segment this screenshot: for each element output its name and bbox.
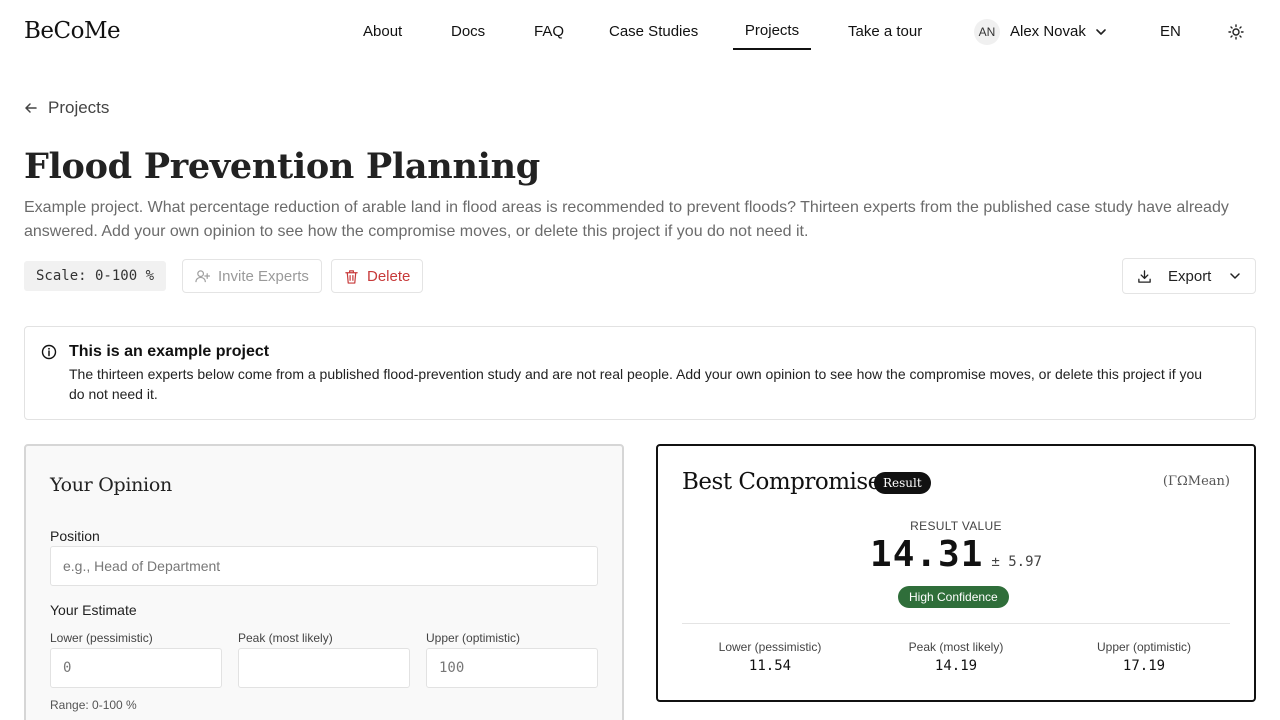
range-hint: Range: 0-100 % xyxy=(50,698,137,712)
divider xyxy=(682,623,1230,624)
nav-projects[interactable]: Projects xyxy=(733,22,811,50)
export-label: Export xyxy=(1168,267,1212,285)
export-button[interactable]: Export xyxy=(1122,258,1256,294)
notice-text: The thirteen experts below come from a p… xyxy=(69,366,1203,402)
nav-about[interactable]: About xyxy=(363,23,402,40)
top-navigation: BeCoMe About Docs FAQ Case Studies Proje… xyxy=(0,0,1280,64)
delete-button[interactable]: Delete xyxy=(331,259,424,293)
user-plus-icon xyxy=(195,269,210,282)
download-icon xyxy=(1138,269,1151,283)
lower-estimate-input[interactable] xyxy=(50,648,222,688)
result-value: 14.31 xyxy=(870,534,984,575)
nav-case-studies[interactable]: Case Studies xyxy=(609,23,698,40)
trash-icon xyxy=(345,269,358,284)
result-title: Best Compromise xyxy=(682,469,881,495)
result-value-caption: RESULT VALUE xyxy=(910,519,1002,533)
avatar[interactable]: AN xyxy=(974,19,1000,45)
scale-badge: Scale: 0-100 % xyxy=(24,261,167,291)
confidence-badge: High Confidence xyxy=(898,586,1009,608)
nav-take-a-tour[interactable]: Take a tour xyxy=(848,23,922,40)
result-peak-value: 14.19 xyxy=(934,658,978,674)
logo[interactable]: BeCoMe xyxy=(24,18,121,44)
example-project-notice: This is an example project The thirteen … xyxy=(24,326,1256,420)
notice-title: This is an example project xyxy=(69,343,270,360)
best-compromise-card: Best Compromise Result (ΓΩMean) RESULT V… xyxy=(656,444,1256,702)
info-icon xyxy=(41,344,57,360)
nav-docs[interactable]: Docs xyxy=(451,23,485,40)
back-link-label: Projects xyxy=(48,98,110,117)
sun-icon[interactable] xyxy=(1228,24,1244,40)
invite-experts-button[interactable]: Invite Experts xyxy=(182,259,322,293)
position-label: Position xyxy=(50,528,100,544)
peak-estimate-input[interactable] xyxy=(238,648,410,688)
chevron-down-icon xyxy=(1230,273,1240,279)
page-title: Flood Prevention Planning xyxy=(24,146,540,187)
result-peak-label: Peak (most likely) xyxy=(908,640,1004,654)
estimate-label: Your Estimate xyxy=(50,602,137,618)
nav-faq[interactable]: FAQ xyxy=(534,23,564,40)
upper-estimate-label: Upper (optimistic) xyxy=(426,631,521,645)
peak-estimate-label: Peak (most likely) xyxy=(238,631,333,645)
result-peak: Peak (most likely) 14.19 xyxy=(866,640,1046,674)
opinion-title: Your Opinion xyxy=(50,474,172,496)
result-value-row: 14.31 ± 5.97 xyxy=(658,534,1254,575)
result-lower-label: Lower (pessimistic) xyxy=(718,640,822,654)
invite-experts-label: Invite Experts xyxy=(218,267,309,285)
project-description: Example project. What percentage reducti… xyxy=(24,199,1229,240)
chevron-down-icon[interactable] xyxy=(1095,26,1107,38)
result-lower: Lower (pessimistic) 11.54 xyxy=(680,640,860,674)
delete-label: Delete xyxy=(367,267,411,285)
arrow-left-icon xyxy=(25,103,37,113)
back-to-projects-link[interactable]: Projects xyxy=(24,98,109,118)
language-switcher[interactable]: EN xyxy=(1160,23,1181,40)
result-error: ± 5.97 xyxy=(991,554,1042,570)
user-menu-name[interactable]: Alex Novak xyxy=(1010,23,1086,40)
position-input[interactable] xyxy=(50,546,598,586)
lower-estimate-label: Lower (pessimistic) xyxy=(50,631,153,645)
result-lower-value: 11.54 xyxy=(748,658,792,674)
result-badge: Result xyxy=(874,472,931,494)
upper-estimate-input[interactable] xyxy=(426,648,598,688)
result-upper-value: 17.19 xyxy=(1122,658,1166,674)
result-upper-label: Upper (optimistic) xyxy=(1096,640,1192,654)
result-upper: Upper (optimistic) 17.19 xyxy=(1054,640,1234,674)
result-method: (ΓΩMean) xyxy=(1162,474,1230,489)
your-opinion-card: Your Opinion Position Your Estimate Lowe… xyxy=(24,444,624,720)
